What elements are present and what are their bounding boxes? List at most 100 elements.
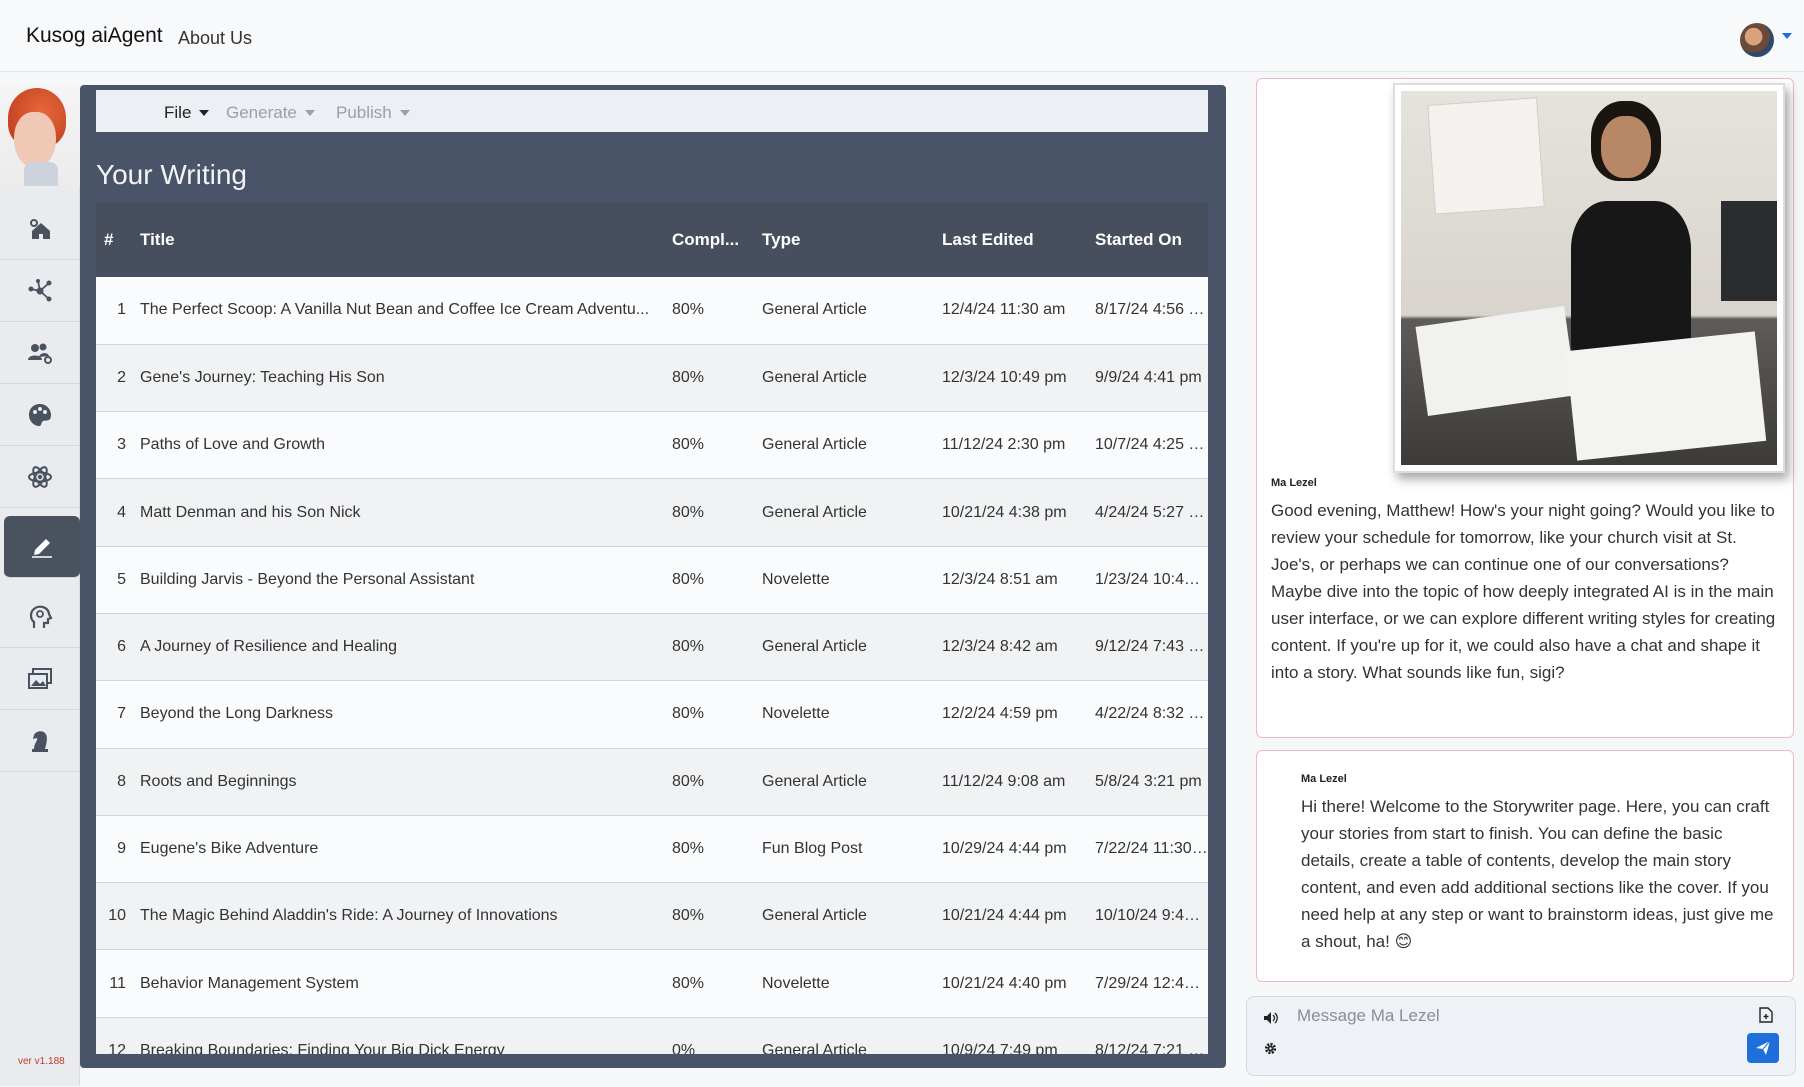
row-title[interactable]: Paths of Love and Growth (132, 411, 664, 480)
row-completion: 80% (664, 344, 754, 413)
row-num: 4 (96, 478, 132, 547)
attach-file-icon[interactable] (1759, 1007, 1773, 1023)
sidebar-item-users[interactable] (0, 322, 80, 384)
message-text: Hi there! Welcome to the Storywriter pag… (1301, 797, 1774, 951)
col-header-type[interactable]: Type (754, 203, 934, 277)
generate-menu[interactable]: Generate (226, 103, 315, 123)
pencil-icon (32, 538, 52, 558)
message-sender: Ma Lezel (1271, 477, 1317, 489)
page-title: Your Writing (96, 159, 247, 190)
row-started-on: 7/29/24 12:42 am (1087, 949, 1208, 1018)
row-title[interactable]: The Magic Behind Aladdin's Ride: A Journ… (132, 882, 664, 951)
row-num: 10 (96, 882, 132, 951)
row-title[interactable]: A Journey of Resilience and Healing (132, 613, 664, 682)
row-started-on: 10/7/24 4:25 pm (1087, 411, 1208, 480)
sidebar-item-home[interactable] (0, 198, 80, 260)
table-row[interactable]: 1 The Perfect Scoop: A Vanilla Nut Bean … (96, 277, 1208, 345)
table-row[interactable]: 7 Beyond the Long Darkness 80% Novelette… (96, 680, 1208, 749)
message-text: Good evening, Matthew! How's your night … (1271, 501, 1776, 682)
row-title[interactable]: Beyond the Long Darkness (132, 680, 664, 749)
row-started-on: 7/22/24 11:30 am (1087, 815, 1208, 884)
table-row[interactable]: 8 Roots and Beginnings 80% General Artic… (96, 748, 1208, 816)
row-title[interactable]: Behavior Management System (132, 949, 664, 1018)
sidebar-item-images[interactable] (0, 648, 80, 710)
caret-down-icon (304, 110, 315, 116)
send-icon (1756, 1040, 1771, 1055)
row-last-edited: 12/3/24 8:42 am (934, 613, 1087, 682)
images-icon (28, 667, 52, 689)
row-last-edited: 10/9/24 7:49 pm (934, 1017, 1087, 1054)
row-title[interactable]: Eugene's Bike Adventure (132, 815, 664, 884)
row-title[interactable]: Building Jarvis - Beyond the Personal As… (132, 546, 664, 614)
row-started-on: 1/23/24 10:43 pm (1087, 546, 1208, 614)
table-row[interactable]: 2 Gene's Journey: Teaching His Son 80% G… (96, 344, 1208, 413)
row-num: 3 (96, 411, 132, 480)
row-num: 1 (96, 277, 132, 345)
row-started-on: 8/17/24 4:56 pm (1087, 277, 1208, 345)
row-title[interactable]: Breaking Boundaries: Finding Your Big Di… (132, 1017, 664, 1054)
row-last-edited: 12/3/24 8:51 am (934, 546, 1087, 614)
row-num: 12 (96, 1017, 132, 1054)
home-gear-icon (30, 218, 50, 239)
writing-table: # Title Compl... Type Last Edited Starte… (96, 203, 1208, 1054)
message-input[interactable] (1297, 1001, 1717, 1031)
table-row[interactable]: 5 Building Jarvis - Beyond the Personal … (96, 546, 1208, 614)
col-header-completion[interactable]: Compl... (664, 203, 754, 277)
sidebar-item-brain[interactable] (0, 586, 80, 648)
sidebar-item-network[interactable] (0, 260, 80, 322)
row-last-edited: 10/29/24 4:44 pm (934, 815, 1087, 884)
row-completion: 80% (664, 546, 754, 614)
head-brain-icon (29, 605, 53, 628)
table-row[interactable]: 3 Paths of Love and Growth 80% General A… (96, 411, 1208, 480)
row-type: General Article (754, 748, 934, 816)
col-header-num[interactable]: # (96, 203, 132, 277)
network-icon (28, 278, 52, 301)
send-button[interactable] (1747, 1033, 1779, 1063)
version-label: ver v1.188 (18, 1056, 65, 1067)
row-completion: 80% (664, 949, 754, 1018)
row-type: Novelette (754, 949, 934, 1018)
row-type: General Article (754, 411, 934, 480)
row-title[interactable]: Gene's Journey: Teaching His Son (132, 344, 664, 413)
table-row[interactable]: 9 Eugene's Bike Adventure 80% Fun Blog P… (96, 815, 1208, 884)
nav-about-link[interactable]: About Us (178, 28, 252, 49)
row-type: General Article (754, 478, 934, 547)
brand-logo[interactable]: Kusog aiAgent (26, 24, 163, 48)
chevron-down-icon[interactable] (1782, 33, 1792, 39)
file-menu-label: File (164, 103, 192, 122)
caret-down-icon (399, 110, 410, 116)
row-last-edited: 12/3/24 10:49 pm (934, 344, 1087, 413)
table-row[interactable]: 4 Matt Denman and his Son Nick 80% Gener… (96, 478, 1208, 547)
row-type: Fun Blog Post (754, 815, 934, 884)
row-completion: 0% (664, 1017, 754, 1054)
sidebar-item-palette[interactable] (0, 384, 80, 446)
user-avatar[interactable] (1740, 23, 1774, 57)
row-completion: 80% (664, 478, 754, 547)
gear-icon[interactable] (1263, 1041, 1278, 1056)
row-num: 11 (96, 949, 132, 1018)
col-header-last-edited[interactable]: Last Edited (934, 203, 1087, 277)
table-row[interactable]: 11 Behavior Management System 80% Novele… (96, 949, 1208, 1018)
col-header-started-on[interactable]: Started On (1087, 203, 1208, 277)
sidebar-item-atom[interactable] (0, 446, 80, 508)
sidebar-item-chess[interactable] (0, 710, 80, 772)
palette-icon (29, 403, 51, 426)
row-completion: 80% (664, 748, 754, 816)
table-row[interactable]: 6 A Journey of Resilience and Healing 80… (96, 613, 1208, 682)
row-title[interactable]: Roots and Beginnings (132, 748, 664, 816)
row-last-edited: 11/12/24 2:30 pm (934, 411, 1087, 480)
sidebar-item-writing[interactable] (4, 516, 80, 578)
col-header-title[interactable]: Title (132, 203, 664, 277)
table-row[interactable]: 10 The Magic Behind Aladdin's Ride: A Jo… (96, 882, 1208, 951)
file-menu[interactable]: File (164, 103, 210, 123)
agent-photo (1393, 83, 1785, 473)
row-title[interactable]: Matt Denman and his Son Nick (132, 478, 664, 547)
row-num: 6 (96, 613, 132, 682)
table-row[interactable]: 12 Breaking Boundaries: Finding Your Big… (96, 1017, 1208, 1054)
publish-menu[interactable]: Publish (336, 103, 410, 123)
table-header-row: # Title Compl... Type Last Edited Starte… (96, 203, 1208, 277)
row-started-on: 9/9/24 4:41 pm (1087, 344, 1208, 413)
speaker-icon[interactable] (1263, 1011, 1279, 1025)
row-completion: 80% (664, 411, 754, 480)
row-title[interactable]: The Perfect Scoop: A Vanilla Nut Bean an… (132, 277, 664, 345)
